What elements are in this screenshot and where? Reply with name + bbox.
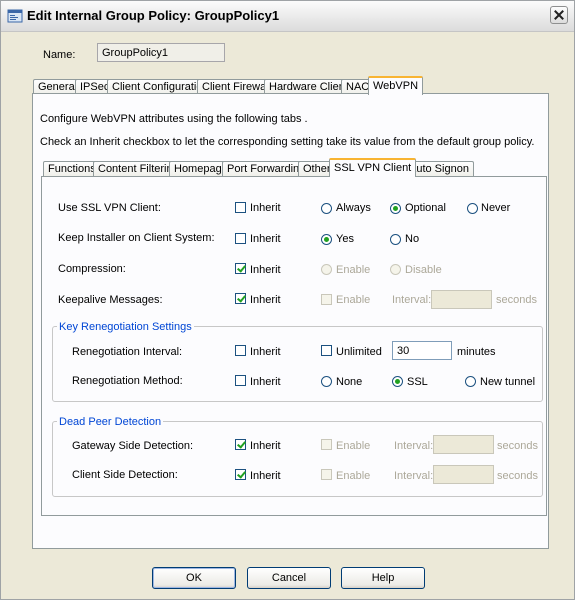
reneg-method-ssl-radio[interactable]	[392, 376, 403, 387]
keepalive-interval-field	[431, 290, 492, 309]
compression-enable-radio	[321, 264, 332, 275]
description-1: Configure WebVPN attributes using the fo…	[40, 113, 308, 125]
keep-installer-label: Keep Installer on Client System:	[58, 232, 215, 244]
gateway-detection-enable-checkbox	[321, 439, 332, 450]
client-detection-enable-checkbox	[321, 469, 332, 480]
key-renegotiation-group	[52, 326, 543, 402]
keep-installer-inherit-label: Inherit	[250, 233, 281, 245]
reneg-method-none-radio[interactable]	[321, 376, 332, 387]
use-ssl-always-label: Always	[336, 202, 371, 214]
reneg-unlimited-checkbox[interactable]	[321, 345, 332, 356]
dialog-window: Edit Internal Group Policy: GroupPolicy1…	[0, 0, 575, 600]
compression-label: Compression:	[58, 263, 126, 275]
compression-inherit-label: Inherit	[250, 264, 281, 276]
use-ssl-inherit-checkbox[interactable]	[235, 202, 246, 213]
name-label: Name:	[43, 49, 76, 61]
gateway-detection-enable-label: Enable	[336, 440, 371, 452]
client-detection-label: Client Side Detection:	[72, 469, 178, 481]
help-button[interactable]: Help	[341, 567, 425, 589]
title-bar[interactable]: Edit Internal Group Policy: GroupPolicy1	[1, 1, 574, 32]
client-detection-inherit-label: Inherit	[250, 470, 281, 482]
tab-webvpn[interactable]: WebVPN	[368, 76, 424, 95]
reneg-method-ssl-label: SSL	[407, 376, 428, 388]
reneg-method-new-tunnel-label: New tunnel	[480, 376, 536, 388]
keep-installer-no-radio[interactable]	[390, 234, 401, 245]
description-2: Check an Inherit checkbox to let the cor…	[40, 136, 535, 148]
keepalive-inherit-label: Inherit	[250, 294, 281, 306]
keepalive-enable-checkbox	[321, 294, 332, 305]
reneg-interval-inherit-label: Inherit	[250, 346, 281, 358]
client-detection-enable-label: Enable	[336, 470, 371, 482]
key-renegotiation-title: Key Renegotiation Settings	[57, 321, 194, 333]
gateway-detection-interval-field	[433, 435, 494, 454]
keepalive-interval-label: Interval:	[392, 294, 432, 306]
keep-installer-no-label: No	[405, 233, 420, 245]
compression-disable-radio	[390, 264, 401, 275]
keepalive-unit-label: seconds	[496, 294, 537, 306]
use-ssl-always-radio[interactable]	[321, 203, 332, 214]
compression-disable-label: Disable	[405, 264, 442, 276]
compression-enable-label: Enable	[336, 264, 371, 276]
use-ssl-optional-label: Optional	[405, 202, 446, 214]
reneg-method-new-tunnel-radio[interactable]	[465, 376, 476, 387]
dead-peer-detection-title: Dead Peer Detection	[57, 416, 164, 428]
keep-installer-inherit-checkbox[interactable]	[235, 233, 246, 244]
keepalive-label: Keepalive Messages:	[58, 294, 163, 306]
tab-hardware-client[interactable]: Hardware Client	[264, 79, 353, 94]
gateway-detection-label: Gateway Side Detection:	[72, 440, 194, 452]
window-title: Edit Internal Group Policy: GroupPolicy1	[27, 8, 280, 23]
reneg-interval-unit: minutes	[457, 346, 496, 358]
ok-button[interactable]: OK	[152, 567, 236, 589]
client-detection-unit: seconds	[497, 470, 538, 482]
gateway-detection-unit: seconds	[497, 440, 538, 452]
name-field[interactable]	[97, 43, 225, 62]
use-ssl-never-label: Never	[481, 202, 511, 214]
use-ssl-label: Use SSL VPN Client:	[58, 202, 161, 214]
keep-installer-yes-radio[interactable]	[321, 234, 332, 245]
close-button[interactable]	[550, 6, 568, 24]
client-detection-inherit-checkbox[interactable]	[235, 469, 246, 480]
use-ssl-optional-radio[interactable]	[390, 203, 401, 214]
reneg-interval-label: Renegotiation Interval:	[72, 346, 183, 358]
reneg-method-inherit-checkbox[interactable]	[235, 375, 246, 386]
gateway-detection-interval-label: Interval:	[394, 440, 434, 452]
client-detection-interval-field	[433, 465, 494, 484]
reneg-interval-field[interactable]	[392, 341, 452, 360]
cancel-button[interactable]: Cancel	[247, 567, 331, 589]
reneg-method-label: Renegotiation Method:	[72, 375, 183, 387]
gateway-detection-inherit-label: Inherit	[250, 440, 281, 452]
dead-peer-detection-group	[52, 421, 543, 497]
keepalive-enable-label: Enable	[336, 294, 371, 306]
gateway-detection-inherit-checkbox[interactable]	[235, 439, 246, 450]
policy-icon	[7, 9, 23, 23]
use-ssl-never-radio[interactable]	[467, 203, 478, 214]
reneg-interval-inherit-checkbox[interactable]	[235, 345, 246, 356]
reneg-unlimited-label: Unlimited	[336, 346, 382, 358]
use-ssl-inherit-label: Inherit	[250, 202, 281, 214]
client-detection-interval-label: Interval:	[394, 470, 434, 482]
compression-inherit-checkbox[interactable]	[235, 263, 246, 274]
reneg-method-none-label: None	[336, 376, 363, 388]
reneg-method-inherit-label: Inherit	[250, 376, 281, 388]
keepalive-inherit-checkbox[interactable]	[235, 293, 246, 304]
subtab-ssl-vpn-client[interactable]: SSL VPN Client	[329, 158, 417, 177]
keep-installer-yes-label: Yes	[336, 233, 354, 245]
